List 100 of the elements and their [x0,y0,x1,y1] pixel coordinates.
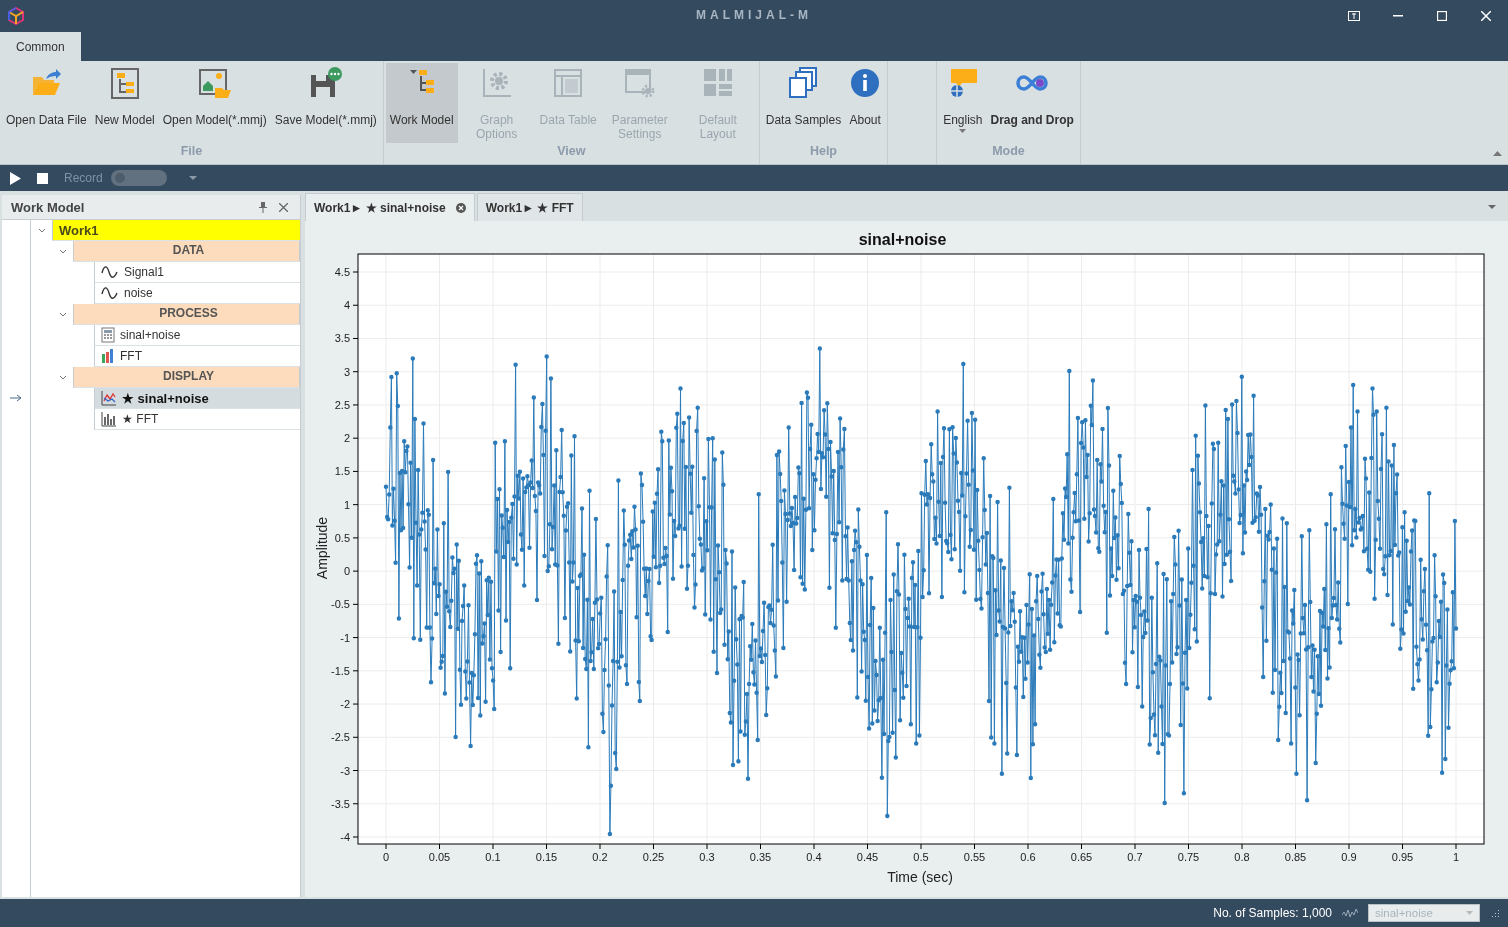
ribbon-button[interactable]: Data Samples [761,63,846,143]
y-tick-label: 1 [343,498,350,511]
tree-item[interactable]: DATA [73,241,300,262]
x-tick-label: 0.4 [806,851,822,863]
pin-window-icon[interactable] [1348,11,1360,21]
ribbon-button[interactable]: Work Model [385,63,458,143]
chart-title: sinal+noise [858,231,947,249]
window-gear-icon [623,67,656,99]
stacked-pages-icon [787,67,820,99]
x-tick-label: 0.75 [1177,851,1200,863]
collapse-ribbon-icon[interactable] [1493,151,1502,156]
layout-icon [701,67,734,99]
x-axis-label: Time (sec) [887,869,953,885]
floppy-disk-icon [308,67,343,99]
y-tick-label: -3 [340,764,350,777]
y-axis-label: Amplitude [314,516,330,580]
y-tick-label: -4 [340,831,350,843]
y-tick-label: 1.5 [334,465,350,478]
x-tick-label: 0.05 [428,851,451,863]
y-tick-label: 3 [343,365,350,378]
ribbon-group-label: Mode [991,144,1026,160]
image-folder-icon [197,67,232,99]
tab-menu-caret-icon[interactable] [1488,205,1496,209]
x-tick-label: 0.9 [1341,851,1357,863]
y-tick-label: -1.5 [331,664,350,677]
y-tick-label: 3.5 [334,332,350,345]
caret-icon[interactable] [188,176,197,180]
x-tick-label: 0.2 [592,851,608,863]
x-tick-label: 0.45 [856,851,879,863]
tree-item[interactable]: ★ sinal+noise [94,388,300,409]
y-tick-label: 2 [343,432,350,445]
ribbon-group-label: View [556,144,587,160]
cube-logo-icon [7,7,25,25]
tree-item[interactable]: PROCESS [73,304,300,325]
ribbon-button[interactable]: Open Data File [2,63,91,143]
y-tick-label: 4.5 [334,266,350,278]
y-tick-label: -2.5 [331,731,350,744]
x-tick-label: 0.8 [1234,851,1250,863]
sample-count: No. of Samples: 1,000 [1213,906,1332,920]
y-tick-label: -1 [340,631,350,644]
table-icon [552,67,585,99]
document-tab[interactable]: Work1► ★ FFT [476,193,583,221]
x-tick-label: 0.7 [1127,851,1143,863]
x-tick-label: 0.5 [913,851,929,863]
waveform-icon [1342,908,1358,918]
chevron-icon[interactable] [58,374,67,381]
y-tick-label: -0.5 [331,598,350,611]
maximize-icon[interactable] [1437,11,1447,21]
x-tick-label: 0.85 [1284,851,1307,863]
resize-grip-icon[interactable] [1490,908,1500,918]
caret-icon [1466,911,1473,915]
x-tick-label: 1 [1452,851,1460,863]
x-tick-label: 0.25 [642,851,665,863]
y-tick-label: 2.5 [334,398,350,411]
gear-icon [480,67,513,99]
chevron-icon[interactable] [58,311,67,318]
line-chart-icon [101,390,117,406]
tree-document-icon [108,67,141,99]
x-tick-label: 0.95 [1391,851,1414,863]
bar-chart-icon [101,348,115,364]
record-label: Record [64,171,103,185]
ribbon-group-label: Help [808,144,838,160]
document-tab[interactable]: Work1► ★ sinal+noise [305,193,475,221]
y-tick-label: 0 [343,565,350,578]
ribbon-button[interactable]: New Model [90,63,159,143]
x-tick-label: 0.1 [485,851,501,863]
panel-title: Work Model [11,199,86,215]
ribbon-button[interactable]: About [845,63,886,143]
y-tick-label: 4 [343,299,350,312]
window-title: MALMIJAL-M [696,8,812,22]
ribbon-button[interactable]: Save Model(*.mmj) [270,63,381,143]
x-tick-label: 0 [382,851,390,863]
ribbon-group-label: File [179,144,204,160]
x-tick-label: 0.35 [749,851,772,863]
tree-item[interactable]: ★ FFT [94,409,300,430]
chevron-icon[interactable] [58,248,67,255]
tree-item[interactable]: sinal+noise [94,325,300,346]
calculator-icon [101,327,115,343]
y-tick-label: -2 [340,698,350,711]
ribbon-tab[interactable]: Common [0,32,81,61]
current-row-arrow-icon [10,394,22,402]
chevron-icon[interactable] [37,227,46,234]
tree-item[interactable]: Signal1 [94,262,300,283]
ribbon-button[interactable]: Drag and Drop [986,63,1078,143]
close-tab-icon[interactable] [455,202,466,213]
x-tick-label: 0.65 [1070,851,1093,863]
tree-item[interactable]: DISPLAY [73,367,300,388]
ribbon-button[interactable]: Open Model(*.mmj) [158,63,271,143]
y-tick-label: -3.5 [331,797,350,810]
record-toggle[interactable] [110,170,167,186]
x-tick-label: 0.3 [699,851,715,863]
tree-item[interactable]: Work1 [52,220,300,241]
wave-icon [101,285,119,301]
info-icon [849,67,882,99]
minimize-icon[interactable] [1393,15,1403,17]
ribbon-button[interactable]: English [939,63,987,143]
close-icon[interactable] [1481,11,1491,21]
x-tick-label: 0.55 [963,851,986,863]
y-tick-label: 0.5 [334,531,350,544]
bar-chart-icon [101,411,117,427]
